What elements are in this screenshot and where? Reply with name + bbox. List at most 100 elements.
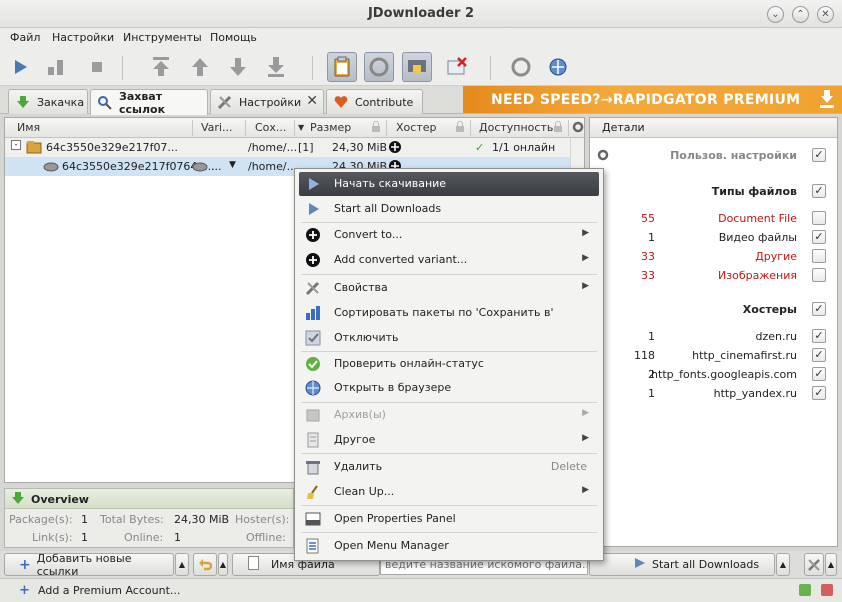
reconnect-icon[interactable] bbox=[506, 52, 536, 82]
start-all-downloads-button[interactable]: Start all Downloads bbox=[589, 553, 775, 576]
filetype-checkbox[interactable]: ✓ bbox=[812, 230, 826, 244]
undo-dropdown[interactable]: ▲ bbox=[218, 553, 228, 576]
menu-item-convert-to[interactable]: Convert to... ▶ bbox=[299, 223, 599, 247]
update-icon[interactable] bbox=[543, 52, 573, 82]
tools-icon bbox=[217, 94, 233, 110]
check-online-icon bbox=[305, 356, 321, 372]
filetypes-checkbox[interactable]: ✓ bbox=[812, 184, 826, 198]
menu-item-add-variant[interactable]: Add converted variant... ▶ bbox=[299, 248, 599, 272]
hosters-checkbox[interactable]: ✓ bbox=[812, 302, 826, 316]
menu-item-start-download[interactable]: Начать скачивание bbox=[299, 172, 599, 196]
status-bar: + Add a Premium Account... bbox=[0, 578, 842, 602]
file-icon bbox=[43, 159, 59, 176]
start-icon[interactable] bbox=[5, 52, 35, 82]
menu-item-properties[interactable]: Свойства ▶ bbox=[299, 276, 599, 300]
tray-status-icon[interactable] bbox=[798, 583, 812, 600]
settings-dropdown[interactable]: ▲ bbox=[825, 553, 837, 576]
delete-icon bbox=[305, 459, 321, 475]
add-links-dropdown[interactable]: ▲ bbox=[175, 553, 189, 576]
start-all-dropdown[interactable]: ▲ bbox=[776, 553, 790, 576]
menu-tools[interactable]: Инструменты bbox=[123, 31, 202, 44]
archive-icon bbox=[305, 407, 321, 423]
menu-item-other[interactable]: Другое ▶ bbox=[299, 428, 599, 452]
column-hoster[interactable]: Хостер bbox=[396, 121, 436, 134]
column-size[interactable]: Размер bbox=[310, 121, 351, 134]
column-name[interactable]: Имя bbox=[17, 121, 40, 134]
move-top-icon[interactable] bbox=[146, 52, 176, 82]
filetype-checkbox[interactable] bbox=[812, 268, 826, 282]
auto-reconnect-icon[interactable] bbox=[364, 52, 394, 82]
tools-icon bbox=[305, 280, 321, 296]
menu-bar: Файл Настройки Инструменты Помощь bbox=[0, 28, 842, 48]
hoster-row[interactable]: 1 dzen.ru ✓ bbox=[590, 327, 837, 346]
premium-banner[interactable]: NEED SPEED?→RAPIDGATOR PREMIUM bbox=[463, 86, 842, 113]
menu-item-menu-manager[interactable]: Open Menu Manager bbox=[299, 534, 599, 558]
menu-settings[interactable]: Настройки bbox=[52, 31, 114, 44]
tray-news-icon[interactable] bbox=[820, 583, 834, 600]
collapse-icon[interactable]: - bbox=[11, 140, 21, 150]
undo-icon[interactable] bbox=[193, 553, 217, 576]
close-button[interactable]: ✕ bbox=[817, 6, 834, 23]
menu-item-sort-packages[interactable]: Сортировать пакеты по 'Сохранить в' bbox=[299, 301, 599, 325]
move-up-icon[interactable] bbox=[185, 52, 215, 82]
menu-item-disable[interactable]: Отключить bbox=[299, 326, 599, 350]
menu-item-start-all[interactable]: Start all Downloads bbox=[299, 197, 599, 221]
menu-item-properties-panel[interactable]: Open Properties Panel bbox=[299, 507, 599, 531]
hoster-row[interactable]: 118 http_cinemafirst.ru ✓ bbox=[590, 346, 837, 365]
filetype-row[interactable]: 33 Изображения bbox=[590, 266, 837, 285]
menu-help[interactable]: Помощь bbox=[210, 31, 257, 44]
hoster-row[interactable]: 2 http_fonts.googleapis.com ✓ bbox=[590, 365, 837, 384]
hoster-checkbox[interactable]: ✓ bbox=[812, 348, 826, 362]
add-variant-icon bbox=[305, 252, 321, 268]
column-save-to[interactable]: Сох... bbox=[255, 121, 286, 134]
tab-downloads[interactable]: Закачка bbox=[8, 89, 88, 114]
clipboard-observer-icon[interactable] bbox=[327, 52, 357, 82]
menu-item-check-online[interactable]: Проверить онлайн-статус bbox=[299, 352, 599, 376]
submenu-arrow-icon: ▶ bbox=[582, 228, 589, 238]
user-settings-checkbox[interactable]: ✓ bbox=[812, 148, 826, 162]
column-settings-icon[interactable] bbox=[572, 120, 584, 137]
submenu-arrow-icon: ▶ bbox=[582, 281, 589, 291]
add-links-button[interactable]: + Добавить новые ссылки bbox=[4, 552, 174, 578]
move-down-icon[interactable] bbox=[223, 52, 253, 82]
filetype-row[interactable]: 33 Другие bbox=[590, 247, 837, 266]
details-panel: Детали Пользов. настройки ✓ Типы файлов … bbox=[589, 117, 838, 547]
column-variant[interactable]: Vari... bbox=[201, 121, 232, 134]
filetype-checkbox[interactable] bbox=[812, 211, 826, 225]
tab-settings[interactable]: Настройки ✕ bbox=[210, 89, 324, 114]
convert-icon bbox=[305, 227, 321, 243]
menu-item-open-browser[interactable]: Открыть в браузере bbox=[299, 376, 599, 400]
hoster-checkbox[interactable]: ✓ bbox=[812, 386, 826, 400]
variant-dropdown-icon[interactable]: ▼ bbox=[229, 160, 236, 170]
title-bar: JDownloader 2 ⌄ ⌃ ✕ bbox=[0, 0, 842, 28]
tab-linkgrabber[interactable]: Захват ссылок bbox=[90, 89, 208, 116]
stop-icon[interactable] bbox=[82, 52, 112, 82]
premium-icon[interactable] bbox=[402, 52, 432, 82]
user-settings-row[interactable]: Пользов. настройки ✓ bbox=[590, 146, 837, 165]
toolbar bbox=[0, 48, 842, 86]
silent-mode-icon[interactable] bbox=[441, 52, 471, 82]
filetype-row[interactable]: 1 Видео файлы ✓ bbox=[590, 228, 837, 247]
lock-icon bbox=[455, 121, 465, 136]
package-row[interactable]: - 64c3550e329e217f07... /home/... [1] 24… bbox=[5, 138, 570, 157]
menu-item-delete[interactable]: Удалить Delete bbox=[299, 455, 599, 479]
wrench-icon[interactable] bbox=[804, 553, 824, 576]
hoster-checkbox[interactable]: ✓ bbox=[812, 367, 826, 381]
hoster-row[interactable]: 1 http_yandex.ru ✓ bbox=[590, 384, 837, 403]
menu-file[interactable]: Файл bbox=[10, 31, 40, 44]
filetype-row[interactable]: 55 Document File bbox=[590, 209, 837, 228]
menu-item-cleanup[interactable]: Clean Up... ▶ bbox=[299, 480, 599, 504]
hoster-checkbox[interactable]: ✓ bbox=[812, 329, 826, 343]
add-premium-account-link[interactable]: Add a Premium Account... bbox=[38, 584, 180, 597]
overview-panel: Overview Package(s): 1 Total Bytes: 24,3… bbox=[4, 488, 294, 548]
tab-contribute[interactable]: Contribute bbox=[326, 89, 423, 114]
filetype-checkbox[interactable] bbox=[812, 249, 826, 263]
column-availability[interactable]: Доступность bbox=[479, 121, 553, 134]
globe-icon bbox=[305, 380, 321, 396]
maximize-button[interactable]: ⌃ bbox=[792, 6, 809, 23]
menu-item-archives[interactable]: Архив(ы) ▶ bbox=[299, 403, 599, 427]
minimize-button[interactable]: ⌄ bbox=[767, 6, 784, 23]
close-tab-icon[interactable]: ✕ bbox=[306, 93, 318, 109]
move-bottom-icon[interactable] bbox=[261, 52, 291, 82]
pause-icon[interactable] bbox=[41, 52, 71, 82]
